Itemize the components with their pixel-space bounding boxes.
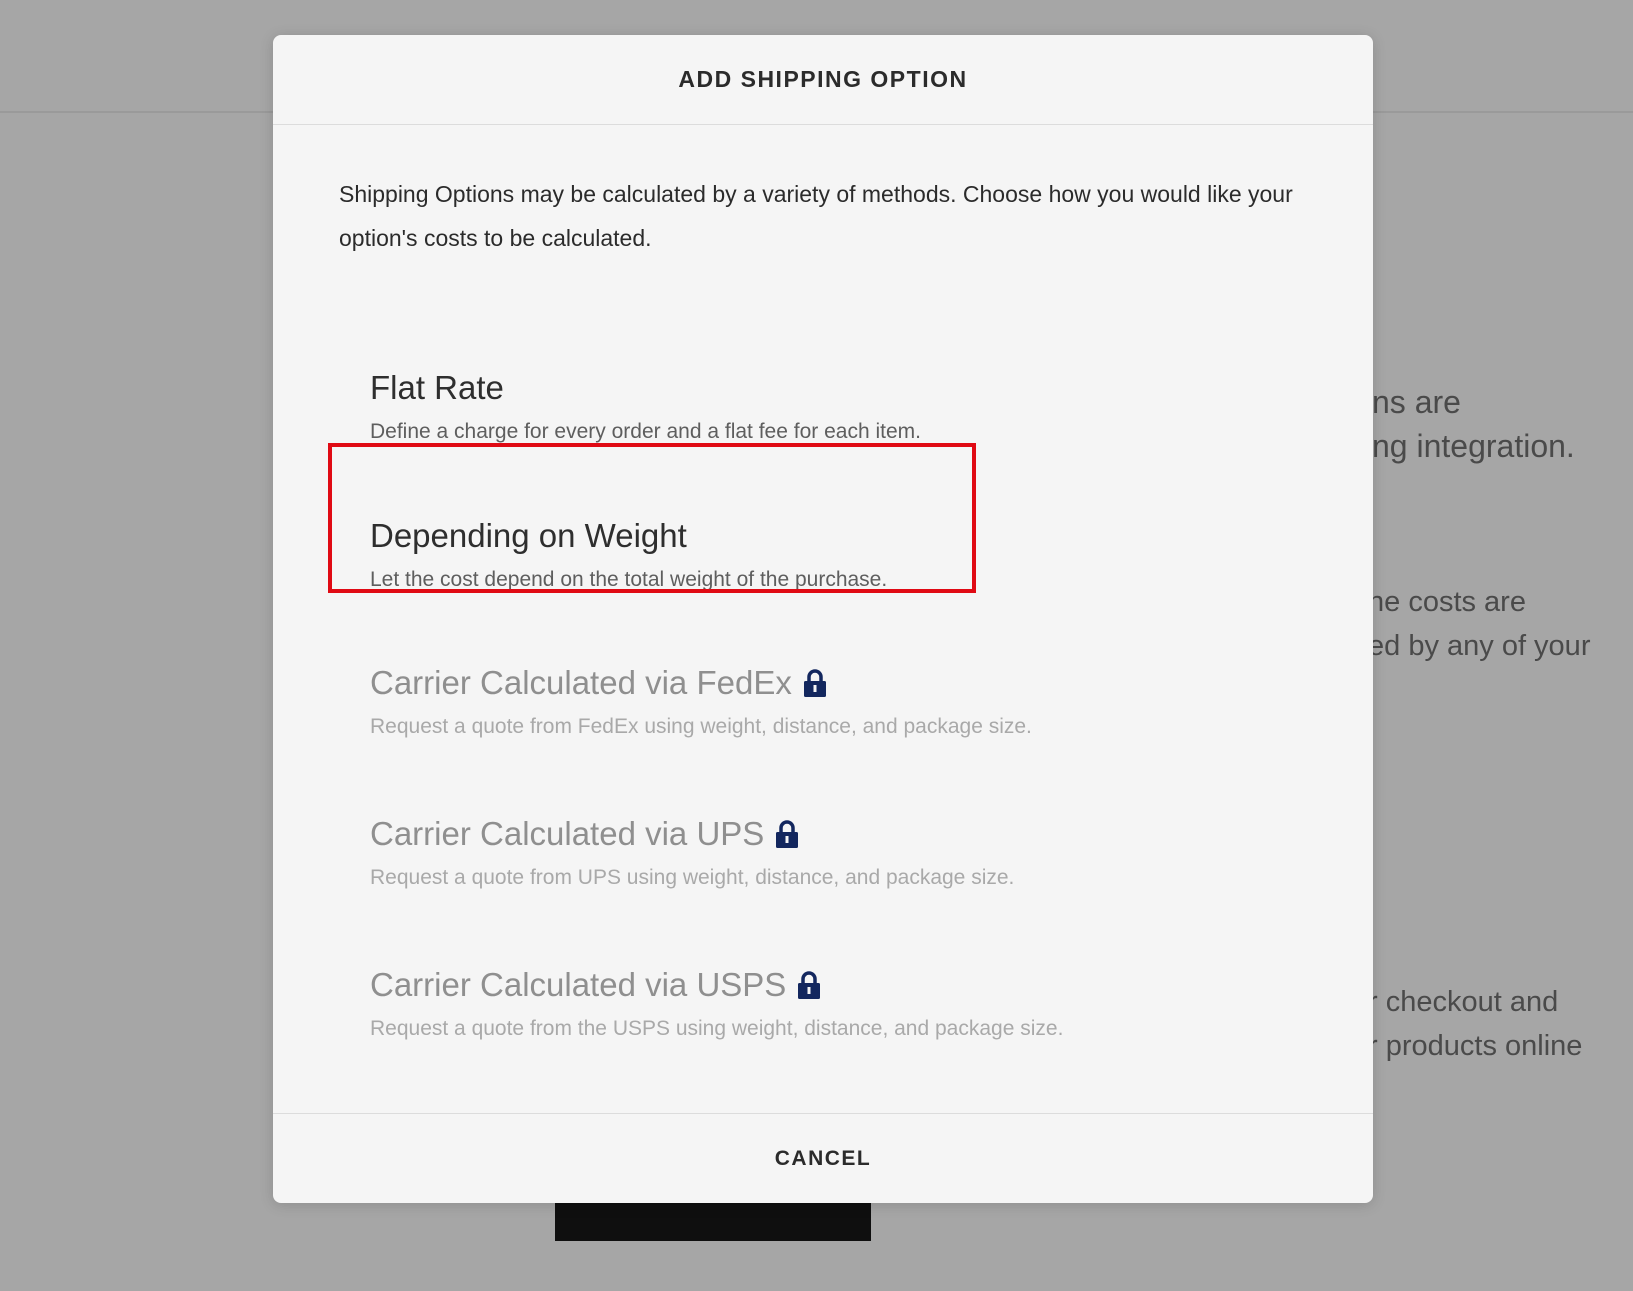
background-text-line: r products online	[1368, 1030, 1583, 1062]
option-title: Carrier Calculated via USPS	[370, 965, 1270, 1005]
option-carrier-fedex[interactable]: Carrier Calculated via FedEx Request a q…	[370, 663, 1270, 741]
option-title: Depending on Weight	[370, 516, 1270, 556]
option-depending-on-weight[interactable]: Depending on Weight Let the cost depend …	[370, 516, 1270, 594]
background-text-line: ns are	[1372, 384, 1461, 420]
add-shipping-option-modal: ADD SHIPPING OPTION Shipping Options may…	[273, 35, 1373, 1203]
lock-icon	[798, 971, 821, 999]
cancel-button[interactable]: CANCEL	[755, 1137, 892, 1181]
option-description: Let the cost depend on the total weight …	[370, 568, 888, 591]
option-title: Carrier Calculated via FedEx	[370, 663, 1270, 703]
option-title-text: Flat Rate	[370, 369, 504, 406]
modal-title: ADD SHIPPING OPTION	[678, 66, 968, 92]
modal-intro-text: Shipping Options may be calculated by a …	[339, 181, 1293, 251]
option-description: Request a quote from UPS using weight, d…	[370, 866, 1015, 889]
background-text-block: ns are ng integration.	[1372, 380, 1575, 468]
background-text-line: r checkout and	[1368, 986, 1559, 1018]
option-title-text: Carrier Calculated via UPS	[370, 815, 765, 852]
option-carrier-usps[interactable]: Carrier Calculated via USPS Request a qu…	[370, 965, 1270, 1043]
modal-header: ADD SHIPPING OPTION	[273, 35, 1373, 125]
option-description: Define a charge for every order and a fl…	[370, 420, 921, 443]
option-title-text: Carrier Calculated via FedEx	[370, 664, 792, 701]
option-description: Request a quote from the USPS using weig…	[370, 1017, 1064, 1040]
option-carrier-ups[interactable]: Carrier Calculated via UPS Request a quo…	[370, 814, 1270, 892]
background-text-block: ne costs are ed by any of your	[1368, 580, 1590, 668]
option-title-text: Depending on Weight	[370, 517, 687, 554]
background-text-line: ed by any of your	[1368, 630, 1591, 662]
option-title-text: Carrier Calculated via USPS	[370, 966, 787, 1003]
lock-icon	[803, 669, 826, 697]
option-flat-rate[interactable]: Flat Rate Define a charge for every orde…	[370, 368, 1270, 446]
page: ns are ng integration. ne costs are ed b…	[0, 0, 1633, 1291]
lock-icon	[776, 820, 799, 848]
option-title: Flat Rate	[370, 368, 1270, 408]
background-text-block: r checkout and r products online	[1368, 980, 1582, 1068]
background-text-line: ne costs are	[1368, 586, 1526, 618]
option-description: Request a quote from FedEx using weight,…	[370, 715, 1032, 738]
modal-footer: CANCEL	[273, 1113, 1373, 1203]
option-title: Carrier Calculated via UPS	[370, 814, 1270, 854]
background-text-line: ng integration.	[1372, 428, 1575, 464]
